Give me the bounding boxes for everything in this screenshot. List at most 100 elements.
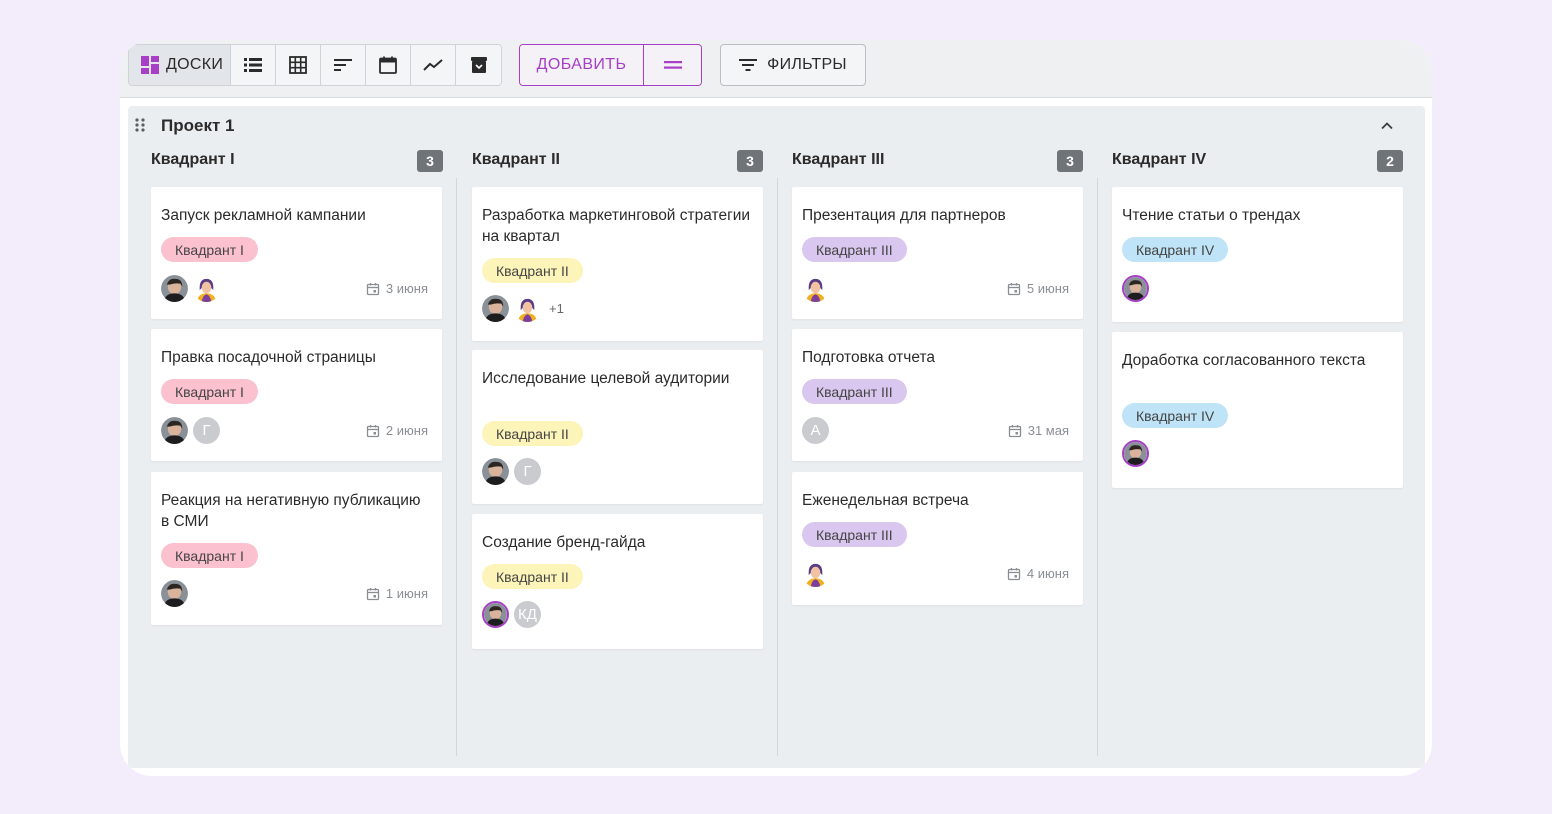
- card-title: Чтение статьи о трендах: [1122, 207, 1301, 224]
- view-gantt-button[interactable]: [321, 45, 366, 85]
- task-card[interactable]: Запуск рекламной кампании Квадрант I 3 и…: [151, 187, 442, 319]
- column-title: Квадрант IV: [1112, 151, 1207, 168]
- column-quadrant-3: Квадрант III 3 Презентация для партнеров…: [777, 146, 1083, 758]
- column-title: Квадрант II: [472, 151, 560, 168]
- card-assignees: +1: [482, 295, 564, 322]
- project-board: Проект 1 Квадрант I 3 Запуск рекламной к…: [128, 106, 1425, 768]
- card-tag: Квадрант I: [161, 543, 258, 568]
- drag-handle-icon[interactable]: [134, 118, 146, 132]
- chevron-up-icon[interactable]: [1379, 118, 1395, 134]
- card-tag: Квадрант I: [161, 237, 258, 262]
- view-archive-button[interactable]: [456, 45, 501, 85]
- task-card[interactable]: Правка посадочной страницы Квадрант I Г …: [151, 329, 442, 461]
- card-assignees: [802, 560, 829, 587]
- task-card[interactable]: Разработка маркетинговой стратегии на кв…: [472, 187, 763, 341]
- card-tag: Квадрант II: [482, 258, 583, 283]
- avatar[interactable]: [482, 458, 509, 485]
- view-chart-button[interactable]: [411, 45, 456, 85]
- column-title: Квадрант I: [151, 151, 235, 168]
- view-list-button[interactable]: [231, 45, 276, 85]
- card-assignees: [161, 580, 188, 607]
- task-card[interactable]: Доработка согласованного текста Квадрант…: [1112, 332, 1403, 488]
- due-date-text: 4 июня: [1026, 566, 1069, 581]
- avatar[interactable]: [161, 580, 188, 607]
- avatar[interactable]: [1122, 440, 1149, 467]
- card-tag: Квадрант III: [802, 522, 907, 547]
- project-title: Проект 1: [161, 116, 235, 135]
- avatar[interactable]: [482, 295, 509, 322]
- dashboard-icon: [141, 56, 159, 74]
- avatar[interactable]: КД: [514, 601, 541, 628]
- task-card[interactable]: Реакция на негативную публикацию в СМИ К…: [151, 472, 442, 625]
- card-title: Подготовка отчета: [802, 349, 935, 366]
- card-tag: Квадрант II: [482, 421, 583, 446]
- card-title: Исследование целевой аудитории: [482, 370, 730, 387]
- card-due-date: 4 июня: [1007, 566, 1069, 581]
- card-title: Правка посадочной страницы: [161, 349, 376, 366]
- column-count-badge: 3: [417, 150, 443, 172]
- view-calendar-button[interactable]: [366, 45, 411, 85]
- card-title: Запуск рекламной кампании: [161, 207, 366, 224]
- avatar[interactable]: [482, 601, 509, 628]
- more-assignees-count[interactable]: +1: [549, 301, 564, 316]
- card-due-date: 1 июня: [366, 586, 428, 601]
- card-due-date: 5 июня: [1007, 281, 1069, 296]
- view-switcher: ДОСКИ: [128, 44, 502, 86]
- view-boards-label: ДОСКИ: [166, 56, 224, 73]
- view-boards-button[interactable]: ДОСКИ: [129, 45, 231, 85]
- card-title: Еженедельная встреча: [802, 492, 969, 509]
- card-title: Создание бренд-гайда: [482, 534, 646, 551]
- column-quadrant-4: Квадрант IV 2 Чтение статьи о трендах Кв…: [1097, 146, 1403, 758]
- task-card[interactable]: Презентация для партнеров Квадрант III 5…: [792, 187, 1083, 319]
- card-title: Презентация для партнеров: [802, 207, 1006, 224]
- task-card[interactable]: Подготовка отчета Квадрант III А 31 мая: [792, 329, 1083, 461]
- card-due-date: 31 мая: [1008, 423, 1069, 438]
- task-card[interactable]: Исследование целевой аудитории Квадрант …: [472, 350, 763, 504]
- avatar[interactable]: Г: [193, 417, 220, 444]
- card-assignees: [1122, 440, 1149, 467]
- add-button[interactable]: ДОБАВИТЬ: [520, 45, 644, 85]
- due-date-text: 31 мая: [1027, 423, 1069, 438]
- card-title: Разработка маркетинговой стратегии на кв…: [482, 207, 751, 245]
- task-card[interactable]: Еженедельная встреча Квадрант III 4 июня: [792, 472, 1083, 605]
- add-button-group: ДОБАВИТЬ: [519, 44, 702, 86]
- card-assignees: Г: [482, 458, 541, 485]
- avatar[interactable]: [802, 275, 829, 302]
- due-date-text: 2 июня: [385, 423, 428, 438]
- card-assignees: А: [802, 417, 829, 444]
- avatar[interactable]: [802, 560, 829, 587]
- filter-icon: [739, 59, 758, 71]
- avatar[interactable]: [161, 275, 188, 302]
- avatar[interactable]: Г: [514, 458, 541, 485]
- filters-button[interactable]: ФИЛЬТРЫ: [720, 44, 866, 86]
- due-date-text: 1 июня: [385, 586, 428, 601]
- calendar-icon: [379, 56, 397, 74]
- card-assignees: [802, 275, 829, 302]
- task-card[interactable]: Чтение статьи о трендах Квадрант IV: [1112, 187, 1403, 322]
- avatar[interactable]: А: [802, 417, 829, 444]
- calendar-icon: [366, 424, 380, 438]
- timeline-icon: [334, 59, 352, 71]
- menu-equal-icon: [663, 61, 682, 69]
- grid-icon: [289, 56, 307, 74]
- filters-label: ФИЛЬТРЫ: [767, 56, 847, 73]
- card-due-date: 2 июня: [366, 423, 428, 438]
- avatar[interactable]: [193, 275, 220, 302]
- add-options-button[interactable]: [644, 45, 701, 85]
- card-tag: Квадрант II: [482, 564, 583, 589]
- avatar[interactable]: [161, 417, 188, 444]
- calendar-icon: [1007, 567, 1021, 581]
- toolbar: ДОСКИ ДОБАВИТЬ ФИЛЬТРЫ: [120, 40, 1432, 98]
- app-window: ДОСКИ ДОБАВИТЬ ФИЛЬТРЫ Проект 1 Квадрант…: [120, 40, 1432, 776]
- avatar[interactable]: [1122, 275, 1149, 302]
- card-assignees: [161, 275, 220, 302]
- avatar[interactable]: [514, 295, 541, 322]
- card-tag: Квадрант III: [802, 379, 907, 404]
- column-count-badge: 3: [1057, 150, 1083, 172]
- view-table-button[interactable]: [276, 45, 321, 85]
- task-card[interactable]: Создание бренд-гайда Квадрант II КД: [472, 514, 763, 649]
- column-count-badge: 2: [1377, 150, 1403, 172]
- card-tag: Квадрант IV: [1122, 403, 1229, 428]
- archive-icon: [470, 57, 487, 73]
- card-title: Доработка согласованного текста: [1122, 352, 1366, 369]
